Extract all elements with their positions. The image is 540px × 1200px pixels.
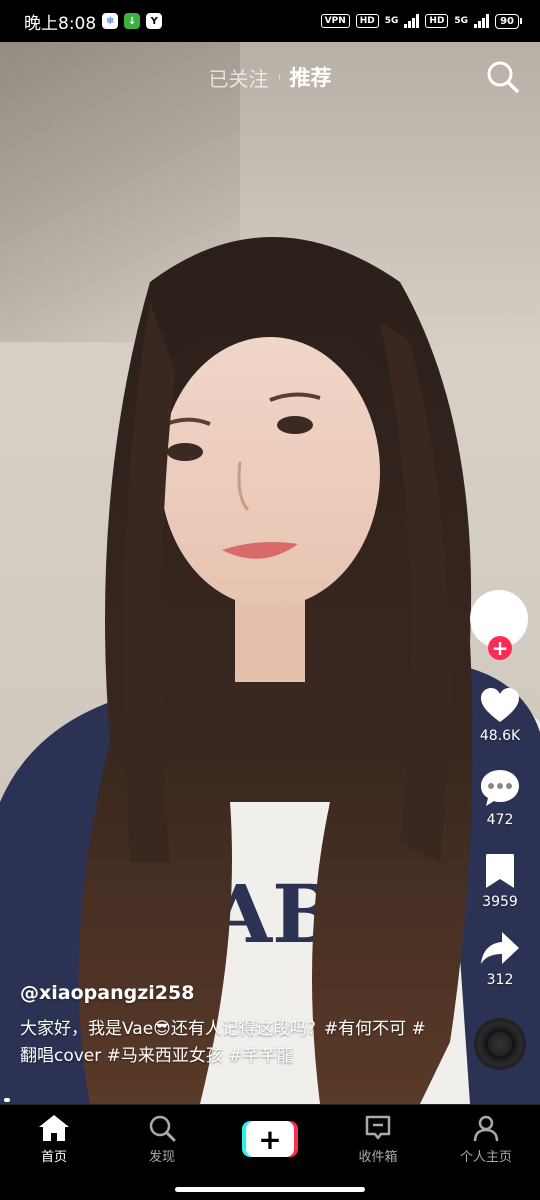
home-icon xyxy=(39,1114,69,1141)
nav-inbox[interactable]: 收件箱 xyxy=(324,1105,432,1173)
download-notification-icon: ↓ xyxy=(124,13,141,29)
nav-discover[interactable]: 发现 xyxy=(108,1105,216,1173)
status-bar: 晚上8:08 ❄ ↓ Y VPN HD 5G HD 5G 90 xyxy=(0,0,540,42)
video-caption: @xiaopangzi258 大家好，我是Vae😎还有人记得这段吗？#有何不可 … xyxy=(20,982,430,1070)
app-notification-icon: ❄ xyxy=(102,13,119,29)
network-type: 5G xyxy=(384,16,399,26)
creator-avatar-group[interactable]: + xyxy=(470,590,530,660)
person-icon xyxy=(473,1115,499,1141)
like-button[interactable]: 48.6K xyxy=(470,688,530,744)
video-player[interactable]: AB xyxy=(0,42,540,1104)
home-indicator[interactable] xyxy=(175,1187,365,1192)
search-button[interactable] xyxy=(486,60,520,94)
search-icon xyxy=(487,61,519,93)
music-disc-icon[interactable] xyxy=(474,1018,526,1070)
vpn-icon: VPN xyxy=(320,14,350,28)
comment-icon xyxy=(481,770,519,806)
nav-discover-label: 发现 xyxy=(148,1149,175,1165)
nav-home[interactable]: 首页 xyxy=(0,1105,108,1173)
share-button[interactable]: 312 xyxy=(470,930,530,988)
follow-plus-icon[interactable]: + xyxy=(488,636,512,660)
feed-tabs: 已关注 推荐 xyxy=(0,62,540,92)
signal-icon xyxy=(404,14,420,28)
tab-divider xyxy=(278,74,280,80)
favorite-count: 3959 xyxy=(482,894,518,910)
hd-icon-2: HD xyxy=(425,14,449,28)
search-icon xyxy=(149,1115,176,1141)
signal-icon-2 xyxy=(474,14,490,28)
battery-level: 90 xyxy=(495,13,519,29)
bookmark-icon xyxy=(486,854,514,888)
share-count: 312 xyxy=(486,972,514,988)
tab-following[interactable]: 已关注 xyxy=(209,63,269,92)
comment-count: 472 xyxy=(486,812,514,828)
app-y-notification-icon: Y xyxy=(146,13,163,29)
tab-recommend[interactable]: 推荐 xyxy=(290,62,332,92)
nav-inbox-label: 收件箱 xyxy=(358,1149,398,1165)
inbox-icon xyxy=(365,1115,391,1139)
hd-icon: HD xyxy=(355,14,379,28)
comment-button[interactable]: 472 xyxy=(470,768,530,828)
favorite-button[interactable]: 3959 xyxy=(470,852,530,910)
nav-profile-label: 个人主页 xyxy=(459,1149,512,1165)
heart-icon xyxy=(481,688,519,722)
nav-create[interactable]: + xyxy=(216,1105,324,1173)
like-count: 48.6K xyxy=(479,728,521,744)
nav-profile[interactable]: 个人主页 xyxy=(432,1105,540,1173)
bottom-navigation: 首页 发现 + 收件箱 个人主页 xyxy=(0,1104,540,1200)
share-arrow-icon xyxy=(481,932,519,964)
video-description[interactable]: 大家好，我是Vae😎还有人记得这段吗？#有何不可 #翻唱cover #马来西亚女… xyxy=(20,1016,430,1070)
nav-home-label: 首页 xyxy=(40,1149,67,1165)
battery-icon: 90 xyxy=(495,13,522,29)
video-frame-person: AB xyxy=(0,237,540,1104)
network-type-2: 5G xyxy=(454,16,469,26)
status-time: 晚上8:08 xyxy=(24,13,97,34)
creator-username[interactable]: @xiaopangzi258 xyxy=(20,982,430,1004)
plus-icon: + xyxy=(246,1121,294,1157)
playback-progress[interactable] xyxy=(4,1098,10,1102)
create-button[interactable]: + xyxy=(242,1121,298,1157)
